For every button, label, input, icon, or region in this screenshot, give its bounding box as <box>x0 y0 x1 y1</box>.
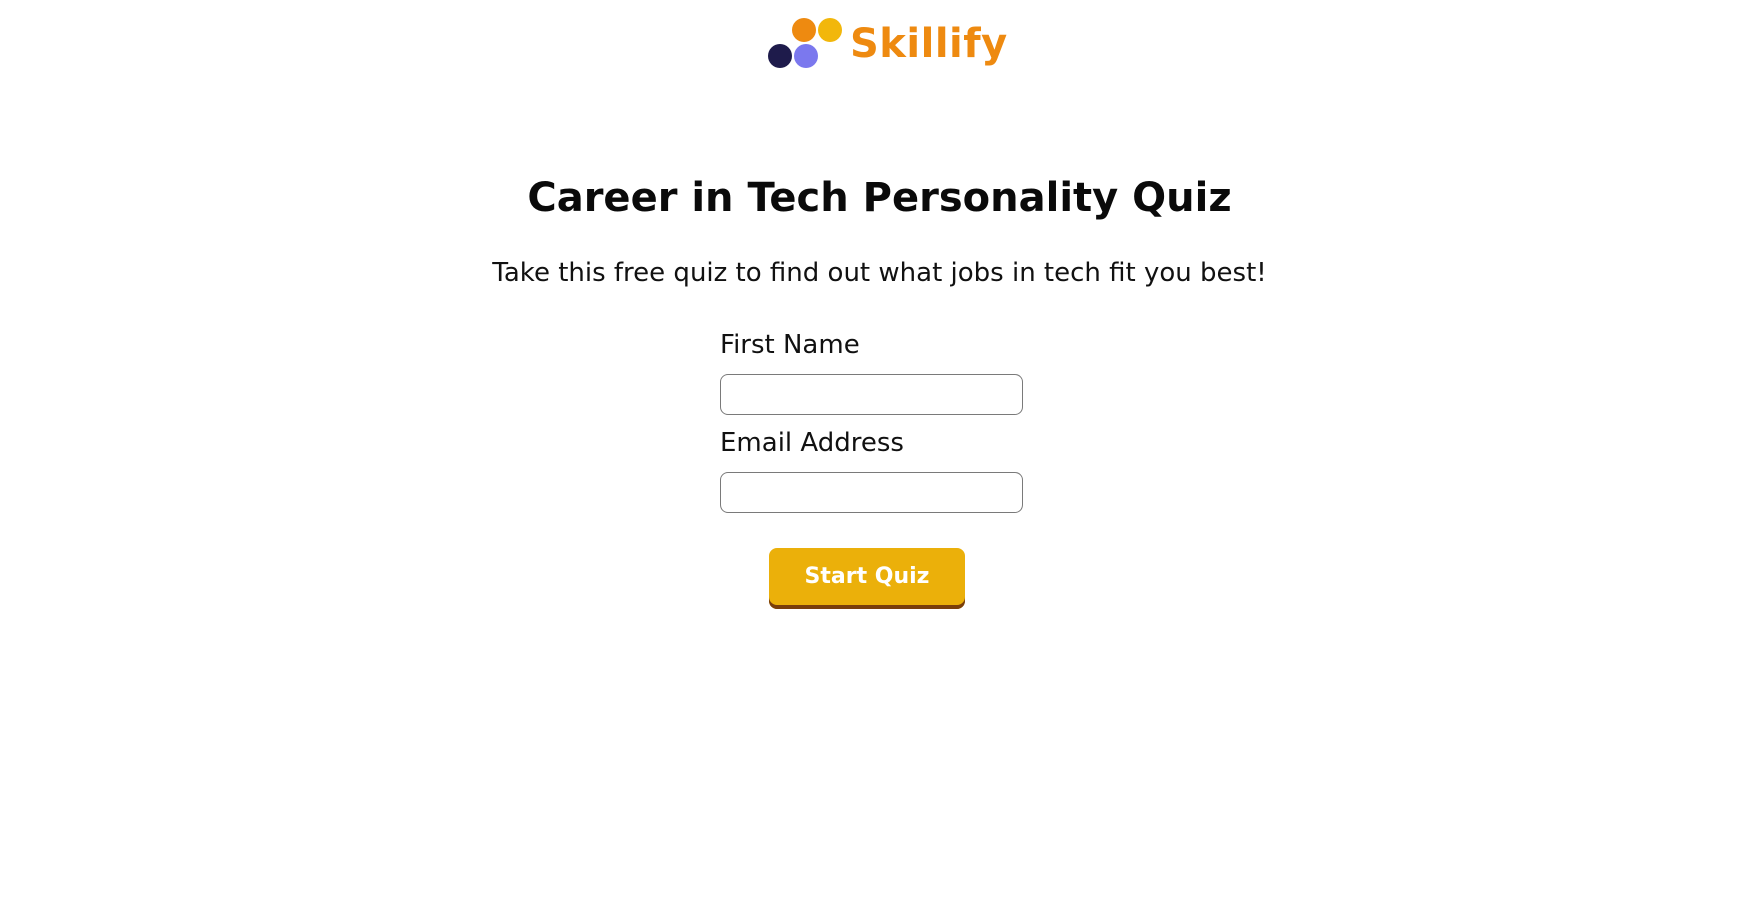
email-input[interactable] <box>720 472 1023 513</box>
page-subtitle: Take this free quiz to find out what job… <box>492 258 1267 288</box>
email-label: Email Address <box>720 428 904 458</box>
page-title: Career in Tech Personality Quiz <box>527 175 1232 221</box>
logo-dot-yellow <box>818 18 842 42</box>
logo-dot-violet <box>794 44 818 68</box>
first-name-label: First Name <box>720 330 860 360</box>
quiz-signup-form: First Name Email Address <box>720 326 1050 522</box>
four-dots-logo-icon <box>766 16 842 72</box>
logo-dot-orange <box>792 18 816 42</box>
skillify-logo[interactable]: Skillify <box>766 16 1008 72</box>
first-name-input[interactable] <box>720 374 1023 415</box>
start-quiz-button[interactable]: Start Quiz <box>769 548 965 609</box>
logo-dot-navy <box>768 44 792 68</box>
brand-name: Skillify <box>850 21 1008 67</box>
quiz-landing-page: Skillify Career in Tech Personality Quiz… <box>0 0 1759 909</box>
